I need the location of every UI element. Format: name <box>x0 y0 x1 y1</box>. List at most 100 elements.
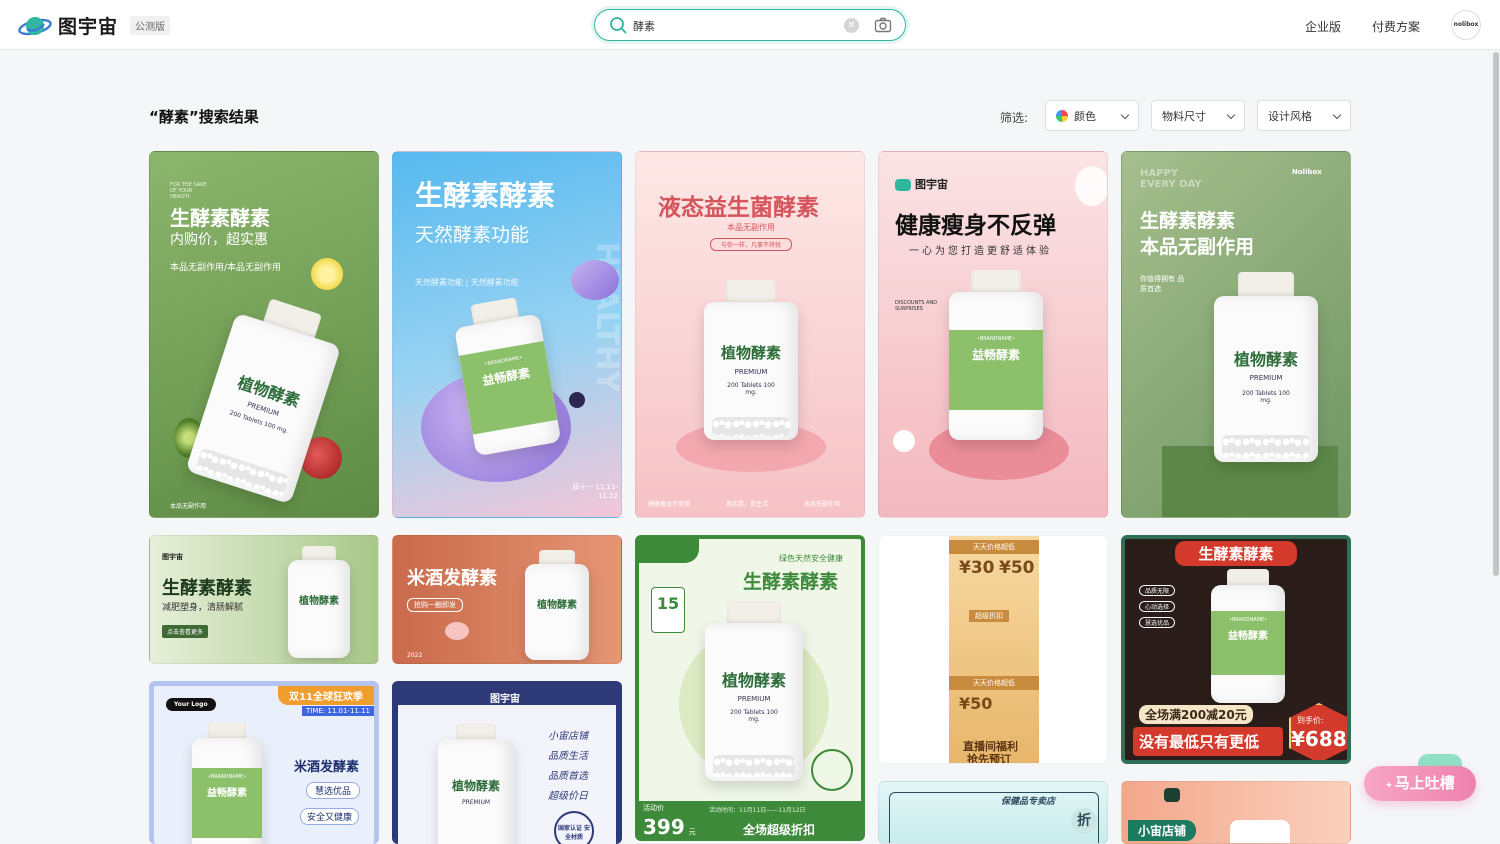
result-card[interactable]: 小宙店铺 <box>1121 781 1351 844</box>
result-card[interactable]: 米酒发酵素 抢购一触即发 2022 植物酵素 <box>392 535 622 664</box>
result-card[interactable]: FOR THE SAKE OF YOUR HEALTH 生酵素酵素 内购价，超实… <box>149 151 379 518</box>
discount-banner: 全场超级折扣 <box>743 823 816 837</box>
feature-caption: 健康瘦身不反弹 <box>648 501 691 508</box>
sparkle-icon: ✦ <box>1385 781 1393 791</box>
feature-caption: 真实惠，真生活 <box>726 501 769 508</box>
slogan-text: 没有最低只有更低 <box>1133 727 1283 756</box>
coupon-price-value: 30 <box>970 558 995 578</box>
nav-pricing[interactable]: 付费方案 <box>1372 18 1420 35</box>
feature-chip: 心动选择 <box>1139 601 1176 612</box>
coupon-footer: 抢先预订 <box>967 753 1011 764</box>
card-corner <box>639 539 699 563</box>
result-card[interactable]: 图宇宙 生酵素酵素 减肥塑身，清肠解腻 点击查看更多 植物酵素 <box>149 535 379 664</box>
card-subtitle: 减肥塑身，清肠解腻 <box>162 603 244 613</box>
date-day: 15 <box>656 594 680 613</box>
price-number: 399 <box>643 815 685 839</box>
card-date: 双十一 11.11-11.12 <box>572 483 618 500</box>
result-card[interactable]: 图宇宙 健康瘦身不反弹 一心为您打造更舒适体验 DISCOUNTS AND SU… <box>878 151 1108 518</box>
product-bottle-image: 植物酵素 PREMIUM 200 Tablets 100 mg. <box>1214 272 1318 462</box>
price-unit: 元 <box>688 828 696 836</box>
avatar[interactable]: nolibox <box>1451 10 1481 40</box>
search-bar[interactable]: 酵素 ✕ <box>594 9 906 41</box>
coupon-price: ¥50 <box>959 694 993 713</box>
search-icon <box>610 17 627 34</box>
event-time: TIME: 11.01-11.11 <box>302 706 374 716</box>
leaf-icon <box>811 749 853 791</box>
product-bottle-image: •BRANDNAME• 益畅酵素 <box>949 270 1043 440</box>
card-tag: HAPPY EVERY DAY <box>1140 168 1202 190</box>
nav-enterprise[interactable]: 企业版 <box>1305 18 1341 35</box>
planet-logo-icon <box>895 179 911 191</box>
card-subtitle: 一心为您打造更舒适体验 <box>909 246 1052 257</box>
result-card[interactable]: 保健品专卖店 折 <box>878 781 1108 844</box>
bottle-tablets: 200 Tablets 100 mg. <box>1242 390 1290 404</box>
result-card[interactable]: 生酵素酵素 品质无限 心动选择 慧选优品 •BRANDNAME• 益畅酵素 全场… <box>1121 535 1351 764</box>
card-title: 生酵素酵素 <box>162 578 252 599</box>
card-title: 生酵素酵素 <box>1175 541 1297 566</box>
card-title: 生酵素酵素 <box>415 179 556 212</box>
bottle-premium: PREMIUM <box>1249 374 1283 382</box>
coupon-price: ¥50 <box>999 558 1035 578</box>
card-title: 米酒发酵素 <box>407 568 497 589</box>
card-line: 超级价日 <box>548 791 588 802</box>
result-card[interactable]: HAPPY EVERY DAY Nolibox 生酵素酵素 本品无副作用 你值得… <box>1121 151 1351 518</box>
bottle-brand: •BRANDNAME• <box>976 336 1016 342</box>
card-footer: 本品无副作用 <box>170 503 207 510</box>
coupon-price: ¥30 <box>959 558 995 578</box>
card-kicker: 绿色天然安全健康 <box>779 554 843 563</box>
product-bottle-image <box>1230 820 1290 843</box>
product-bottle-image: 植物酵素 PREMIUM <box>438 723 514 844</box>
price-badge-label: 到手价: <box>1297 716 1324 725</box>
price-badge-value: ¥688 <box>1291 727 1347 751</box>
price-badge-number: 688 <box>1304 727 1347 751</box>
date-badge: 15 <box>651 587 685 633</box>
purple-disc-image <box>571 260 619 300</box>
logo[interactable]: 图宇宙 公测版 <box>18 12 171 39</box>
coupon-ribbon: 超级折扣 <box>969 610 1009 622</box>
clear-search-icon[interactable]: ✕ <box>844 18 859 33</box>
card-text: 你值得拥有 品质首选 <box>1140 275 1185 293</box>
filter-size[interactable]: 物料尺寸 <box>1151 100 1245 131</box>
product-bottle-image: 植物酵素 PREMIUM 200 Tablets 100 mg. <box>704 280 798 440</box>
card-brand: 图宇宙 <box>895 176 948 192</box>
bottle-label: 植物酵素 <box>299 596 339 607</box>
bottle-label: 益畅酵素 <box>971 348 1020 362</box>
result-card[interactable]: 天天价格超低 ¥30 ¥50 超级折扣 天天价格超低 ¥50 直播间福利 抢先预… <box>878 535 1108 764</box>
card-title: 米酒发酵素 <box>294 760 360 775</box>
coupon-price-value: 50 <box>970 694 993 713</box>
sphere-image <box>1075 166 1107 206</box>
camera-search-icon[interactable] <box>874 16 892 34</box>
card-title: 保健品专卖店 <box>1001 797 1056 807</box>
card-line: 品质首选 <box>548 771 588 782</box>
card-pill: 与你一样，凡事不将就 <box>710 238 792 251</box>
card-title: 小宙店铺 <box>1128 820 1197 841</box>
search-input[interactable]: 酵素 <box>633 18 655 34</box>
chevron-down-icon <box>1120 110 1130 120</box>
bottle-premium: PREMIUM <box>734 368 768 376</box>
filter-color[interactable]: 颜色 <box>1045 100 1139 131</box>
sphere-image <box>893 430 915 452</box>
result-card[interactable]: 生酵素酵素 天然酵素功能 天然酵素功能 | 天然酵素功能 HEALTHY •BR… <box>392 151 622 518</box>
page-scrollbar[interactable] <box>1493 52 1499 576</box>
product-bottle-image: 植物酵素 <box>525 550 589 660</box>
result-card[interactable]: 绿色天然安全健康 生酵素酵素 15 植物酵素 PREMIUM 200 Table… <box>635 535 865 841</box>
product-bottle-image: •BRANDNAME• 益畅酵素 <box>1211 569 1285 703</box>
feedback-button[interactable]: ✦ 马上吐槽 <box>1364 766 1476 801</box>
result-card[interactable]: 图宇宙 小宙店铺 品质生活 品质首选 超级价日 国家认证 安全材质 植物酵素 P… <box>392 681 622 844</box>
feature-caption: 本品无副作用 <box>804 501 841 508</box>
card-cta-button: 点击查看更多 <box>162 625 209 638</box>
chevron-down-icon <box>1226 110 1236 120</box>
page-title: “酵素”搜索结果 <box>149 108 259 126</box>
card-brand-text: 图宇宙 <box>915 178 948 191</box>
result-card[interactable]: 液态益生菌酵素 本品无副作用 与你一样，凡事不将就 植物酵素 PREMIUM 2… <box>635 151 865 518</box>
feature-chip: 慧选优品 <box>1139 617 1176 628</box>
card-subtitle: 内购价，超实惠 <box>170 232 268 248</box>
card-brand: 图宇宙 <box>490 694 520 705</box>
bottle-premium: PREMIUM <box>461 799 491 806</box>
bottle-label: 益畅酵素 <box>207 788 247 799</box>
top-bar: 图宇宙 公测版 酵素 ✕ 企业版 付费方案 nolibox <box>0 0 1500 50</box>
result-card[interactable]: Your Logo 双11全球狂欢季 TIME: 11.01-11.11 米酒发… <box>149 681 379 844</box>
filter-style[interactable]: 设计风格 <box>1257 100 1351 131</box>
brand-logo: Your Logo <box>166 698 216 711</box>
event-time: 活动时间：11月11日——11月12日 <box>709 807 806 814</box>
